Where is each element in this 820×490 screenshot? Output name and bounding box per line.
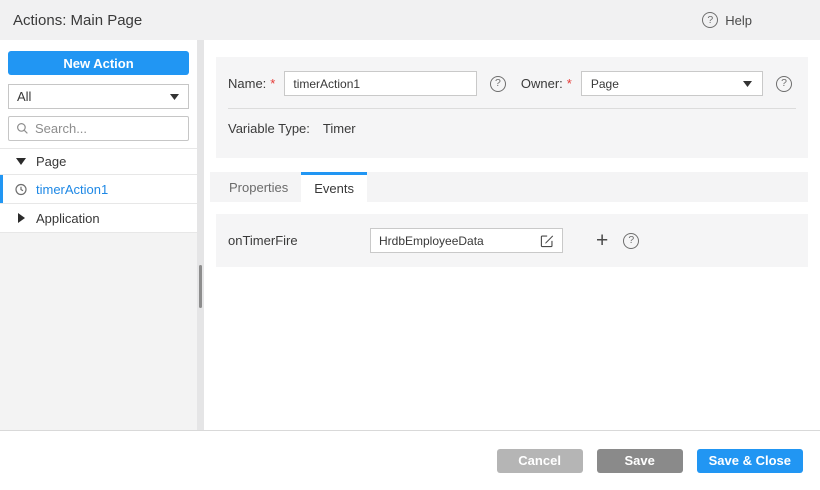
actions-tree: Page timerAction1 Application bbox=[0, 148, 197, 233]
action-form-panel: Name: * ? Owner: * Page ? bbox=[216, 57, 808, 158]
tab-bar: Properties Events bbox=[210, 172, 808, 202]
name-input[interactable] bbox=[284, 71, 477, 96]
owner-help-icon[interactable]: ? bbox=[776, 76, 792, 92]
sidebar-filler bbox=[0, 233, 197, 430]
sidebar: New Action All bbox=[0, 40, 197, 430]
edit-handler-icon[interactable] bbox=[537, 231, 557, 251]
filter-dropdown[interactable]: All bbox=[8, 84, 189, 109]
name-owner-row: Name: * ? Owner: * Page ? bbox=[216, 57, 808, 96]
footer: Cancel Save Save & Close bbox=[0, 430, 820, 490]
tab-events[interactable]: Events bbox=[301, 172, 367, 202]
name-help-icon[interactable]: ? bbox=[490, 76, 506, 92]
sidebar-scrollbar-thumb[interactable] bbox=[199, 265, 202, 308]
event-handler-input[interactable] bbox=[379, 234, 537, 248]
events-help-icon[interactable]: ? bbox=[623, 233, 639, 249]
tab-label: Properties bbox=[229, 180, 288, 195]
help-icon: ? bbox=[702, 12, 718, 28]
page-title: Actions: Main Page bbox=[13, 12, 142, 29]
help-label: Help bbox=[725, 13, 752, 28]
tree-item-page[interactable]: Page bbox=[0, 149, 197, 175]
owner-select[interactable]: Page bbox=[581, 71, 763, 96]
event-handler-field bbox=[370, 228, 563, 253]
triangle-right-icon bbox=[15, 213, 27, 223]
triangle-down-icon bbox=[15, 158, 27, 165]
variable-type-row: Variable Type: Timer bbox=[216, 109, 808, 136]
tab-label: Events bbox=[314, 181, 354, 196]
actions-dialog: Actions: Main Page ? Help New Action All bbox=[0, 0, 820, 490]
tab-properties[interactable]: Properties bbox=[216, 172, 301, 202]
tree-item-label: Application bbox=[36, 211, 100, 226]
chevron-down-icon bbox=[741, 81, 753, 87]
tree-item-timer-action[interactable]: timerAction1 bbox=[0, 175, 197, 204]
add-event-button[interactable]: + bbox=[596, 231, 608, 251]
owner-label: Owner: bbox=[521, 76, 563, 91]
save-and-close-button[interactable]: Save & Close bbox=[697, 449, 803, 473]
main-content: Name: * ? Owner: * Page ? bbox=[204, 40, 820, 430]
required-marker: * bbox=[567, 76, 572, 91]
help-button[interactable]: ? Help bbox=[702, 12, 752, 28]
header: Actions: Main Page ? Help bbox=[0, 0, 820, 40]
search-icon bbox=[16, 122, 29, 135]
filter-dropdown-value: All bbox=[17, 89, 31, 104]
tree-item-label: Page bbox=[36, 154, 66, 169]
name-label: Name: bbox=[228, 76, 266, 91]
sidebar-scrollbar-track bbox=[197, 40, 204, 430]
owner-select-value: Page bbox=[591, 77, 619, 91]
search-box bbox=[8, 116, 189, 141]
variable-type-value: Timer bbox=[323, 121, 356, 136]
save-button[interactable]: Save bbox=[597, 449, 683, 473]
event-name-label: onTimerFire bbox=[228, 233, 370, 248]
variable-type-label: Variable Type: bbox=[228, 121, 310, 136]
clock-icon bbox=[15, 183, 27, 196]
required-marker: * bbox=[270, 76, 275, 91]
events-panel: onTimerFire + ? bbox=[216, 214, 808, 267]
tree-item-application[interactable]: Application bbox=[0, 204, 197, 233]
tree-item-label: timerAction1 bbox=[36, 182, 108, 197]
dialog-body: New Action All bbox=[0, 40, 820, 430]
cancel-button[interactable]: Cancel bbox=[497, 449, 583, 473]
chevron-down-icon bbox=[168, 94, 180, 100]
new-action-button[interactable]: New Action bbox=[8, 51, 189, 75]
search-input[interactable] bbox=[35, 121, 181, 136]
